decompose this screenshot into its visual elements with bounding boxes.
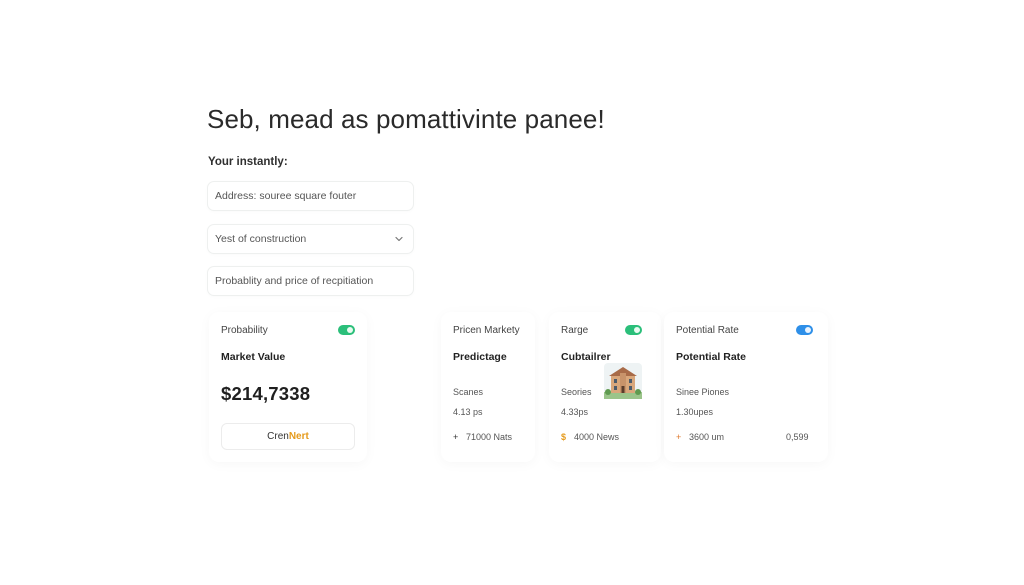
toggle-knob	[347, 327, 353, 333]
next-button-accent: Nert	[288, 431, 309, 442]
range-stat: 4000 News	[574, 432, 620, 442]
potential-extra: 0,599	[786, 432, 809, 442]
page-title: Seb, mead as pomattivinte panee!	[207, 104, 605, 134]
year-select-value: Yest of construction	[215, 233, 307, 245]
toggle-knob	[634, 327, 640, 333]
range-sub: Seories	[561, 387, 592, 397]
potential-toggle[interactable]	[796, 325, 813, 335]
potential-sub: Sinee Piones	[676, 387, 730, 397]
chevron-down-icon	[395, 236, 403, 242]
potential-stat: 3600 um	[689, 432, 725, 442]
range-value: 4.33ps	[561, 407, 589, 417]
house-icon	[604, 363, 642, 399]
address-placeholder: Address: souree square fouter	[215, 190, 357, 202]
range-toggle-label: Rarge	[561, 325, 589, 336]
probability-price-placeholder: Probablity and price of recpitiation	[215, 275, 374, 287]
potential-title: Potential Rate	[676, 351, 747, 363]
predictage-arrow-icon: +	[453, 432, 459, 442]
potential-arrow-icon: +	[676, 432, 682, 442]
range-toggle[interactable]	[625, 325, 642, 335]
address-input[interactable]: Address: souree square fouter	[207, 181, 414, 211]
predictage-stat: 71000 Nats	[466, 432, 513, 442]
potential-toggle-label: Potential Rate	[676, 325, 739, 336]
probability-toggle[interactable]	[338, 325, 355, 335]
predictage-sub: Scanes	[453, 387, 484, 397]
probability-price-input[interactable]: Probablity and price of recpitiation	[207, 266, 414, 296]
market-value-title: Market Value	[221, 351, 286, 363]
predictage-value: 4.13 ps	[453, 407, 483, 417]
potential-value: 1.30upes	[676, 407, 714, 417]
next-button[interactable]: Cren Nert	[221, 423, 355, 450]
predictage-title: Predictage	[453, 351, 507, 363]
next-button-prefix: Cren	[267, 431, 289, 442]
predictage-label: Pricen Markety	[453, 325, 520, 336]
range-dollar-icon: $	[561, 432, 567, 442]
form-label: Your instantly:	[208, 156, 288, 168]
market-value-price: $214,7338	[221, 383, 311, 404]
probability-toggle-label: Probability	[221, 325, 268, 336]
year-of-construction-select[interactable]: Yest of construction	[207, 224, 414, 254]
toggle-knob	[805, 327, 811, 333]
range-title: Cubtailrer	[561, 351, 611, 363]
